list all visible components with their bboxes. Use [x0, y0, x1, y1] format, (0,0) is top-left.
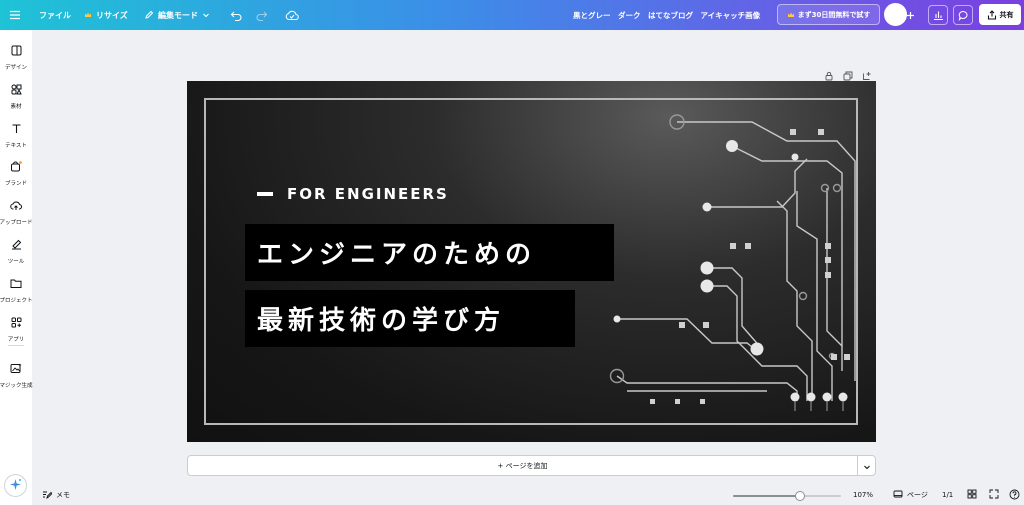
notes-label: メモ: [56, 491, 70, 499]
sidebar-item-magic-media[interactable]: マジック生成: [0, 359, 33, 389]
sidebar-item-label: デザイン: [4, 65, 27, 71]
invite-button[interactable]: [906, 0, 915, 30]
page-options-toggle[interactable]: [857, 456, 876, 475]
share-button[interactable]: 共有: [979, 4, 1021, 25]
elements-icon: [11, 80, 22, 99]
undo-button[interactable]: [230, 0, 243, 30]
sidebar-item-label: テキスト: [5, 143, 27, 149]
page-count-text: 1/1: [942, 491, 954, 499]
cloud-save-status[interactable]: [285, 0, 299, 30]
sidebar-item-draw[interactable]: ツール: [0, 235, 32, 265]
layout-icon: [11, 41, 22, 60]
magic-media-icon: [10, 359, 22, 378]
design-canvas[interactable]: FOR ENGINEERS エンジニアのための 最新技術の学び方: [187, 81, 876, 442]
redo-icon: [255, 10, 268, 21]
magic-assistant-button[interactable]: [4, 474, 27, 497]
sidebar-item-uploads[interactable]: アップロード: [0, 196, 33, 226]
pages-label: ページ: [907, 491, 928, 499]
page-count: 1/1: [942, 487, 953, 503]
dash-mark: [257, 192, 273, 196]
expand-icon: [989, 489, 999, 501]
help-button[interactable]: [1009, 487, 1020, 503]
main-menu-button[interactable]: [9, 0, 21, 30]
file-menu-button[interactable]: ファイル: [39, 0, 71, 30]
title-line-1-text: エンジニアのための: [257, 240, 537, 270]
top-toolbar: ファイル リサイズ 編集モード 黒とグレー ダーク はてなブログ アイキャッチ画…: [0, 0, 1024, 30]
redo-button[interactable]: [255, 0, 268, 30]
resize-label: リサイズ: [96, 10, 128, 20]
grid-view-button[interactable]: [967, 487, 977, 503]
title-line-1[interactable]: エンジニアのための: [245, 224, 614, 281]
text-icon: [11, 119, 22, 138]
subtitle-text[interactable]: FOR ENGINEERS: [257, 185, 449, 203]
plus-icon: [906, 11, 915, 20]
insights-button[interactable]: [928, 5, 948, 25]
file-menu-label: ファイル: [39, 10, 71, 20]
sidebar-item-label: アップロード: [0, 220, 33, 226]
comments-button[interactable]: [953, 5, 973, 25]
edit-mode-dropdown[interactable]: 編集モード: [144, 0, 210, 30]
sidebar-item-label: ツール: [7, 259, 25, 265]
add-page-button[interactable]: + ページを追加: [188, 456, 857, 475]
sidebar-item-label: マジック生成: [0, 383, 33, 389]
crown-icon: [84, 11, 92, 19]
title-line-2-text: 最新技術の学び方: [257, 306, 506, 336]
avatar[interactable]: [884, 3, 907, 26]
zoom-level[interactable]: 107%: [853, 487, 873, 503]
pages-icon: [893, 489, 903, 501]
apps-icon: [11, 313, 22, 332]
sidebar-item-label: プロジェクト: [0, 298, 33, 304]
sidebar-item-label: ブランド: [4, 181, 27, 187]
free-trial-button[interactable]: まず30日間無料で試す: [777, 4, 880, 25]
sidebar-item-apps[interactable]: アプリ: [0, 313, 32, 343]
design-title[interactable]: 黒とグレー ダーク はてなブログ アイキャッチ画像: [573, 0, 760, 30]
title-line-2[interactable]: 最新技術の学び方: [245, 290, 575, 347]
edit-mode-label: 編集モード: [158, 10, 198, 20]
folder-icon: [10, 274, 22, 293]
upload-icon: [10, 196, 22, 215]
pages-button[interactable]: ページ: [893, 487, 928, 503]
share-icon: [987, 9, 997, 20]
grid-icon: [967, 489, 977, 501]
zoom-slider[interactable]: [733, 491, 841, 501]
sidebar-item-text[interactable]: テキスト: [0, 119, 32, 149]
chevron-down-icon: [202, 11, 210, 19]
sidebar-item-projects[interactable]: プロジェクト: [0, 274, 33, 304]
sidebar-divider: [8, 345, 24, 346]
brand-icon: [10, 157, 22, 176]
share-label: 共有: [999, 10, 1014, 19]
zoom-level-text: 107%: [853, 491, 874, 499]
resize-button[interactable]: リサイズ: [84, 0, 128, 30]
sidebar-item-design[interactable]: デザイン: [0, 41, 32, 71]
draw-icon: [11, 235, 22, 254]
sidebar-item-label: 素材: [10, 104, 22, 110]
free-trial-label: まず30日間無料で試す: [797, 10, 871, 19]
bar-chart-icon: [933, 10, 944, 20]
sidebar-item-elements[interactable]: 素材: [0, 80, 32, 110]
comment-icon: [958, 10, 969, 21]
add-page-bar: + ページを追加: [187, 455, 876, 476]
subtitle-label: FOR ENGINEERS: [287, 185, 449, 203]
hamburger-icon: [9, 10, 21, 20]
left-sidebar: デザイン 素材 テキスト ブランド アップロード ツール プロジェクト アプリ …: [0, 30, 33, 505]
fullscreen-button[interactable]: [989, 487, 999, 503]
help-icon: [1009, 489, 1020, 502]
sidebar-item-brand[interactable]: ブランド: [0, 157, 32, 187]
sidebar-item-label: アプリ: [7, 337, 25, 343]
chevron-down-icon: [863, 456, 871, 475]
crown-icon: [787, 11, 795, 19]
zoom-slider-thumb[interactable]: [794, 491, 805, 501]
notes-icon: [42, 489, 53, 501]
pencil-icon: [144, 10, 154, 20]
undo-icon: [230, 10, 243, 21]
zoom-slider-fill: [733, 495, 800, 497]
cloud-check-icon: [285, 10, 299, 21]
add-page-label: + ページを追加: [497, 461, 548, 470]
notes-button[interactable]: メモ: [42, 487, 70, 503]
design-title-text: 黒とグレー ダーク はてなブログ アイキャッチ画像: [573, 10, 761, 20]
sparkle-icon: [9, 476, 22, 495]
